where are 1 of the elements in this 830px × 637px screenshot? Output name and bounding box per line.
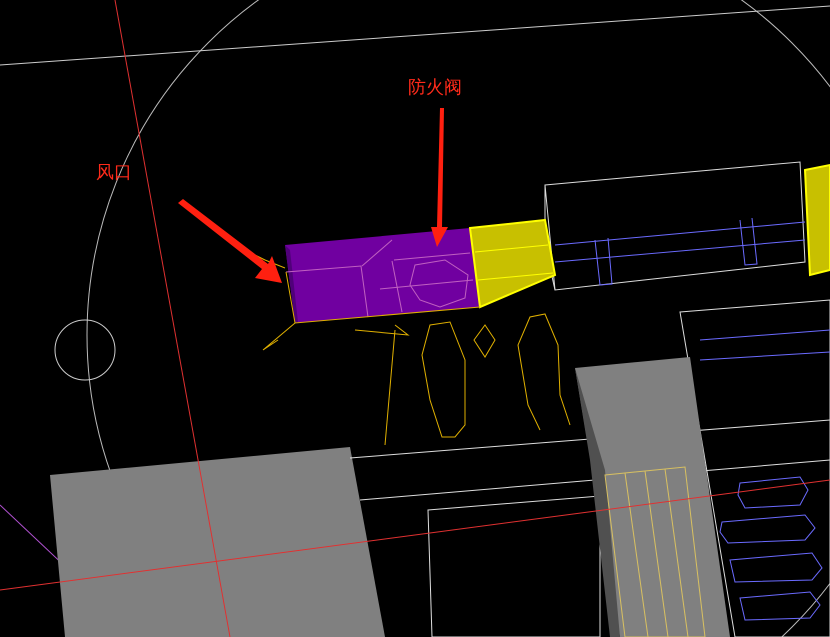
annotation-label: 防火阀 [408, 77, 462, 99]
